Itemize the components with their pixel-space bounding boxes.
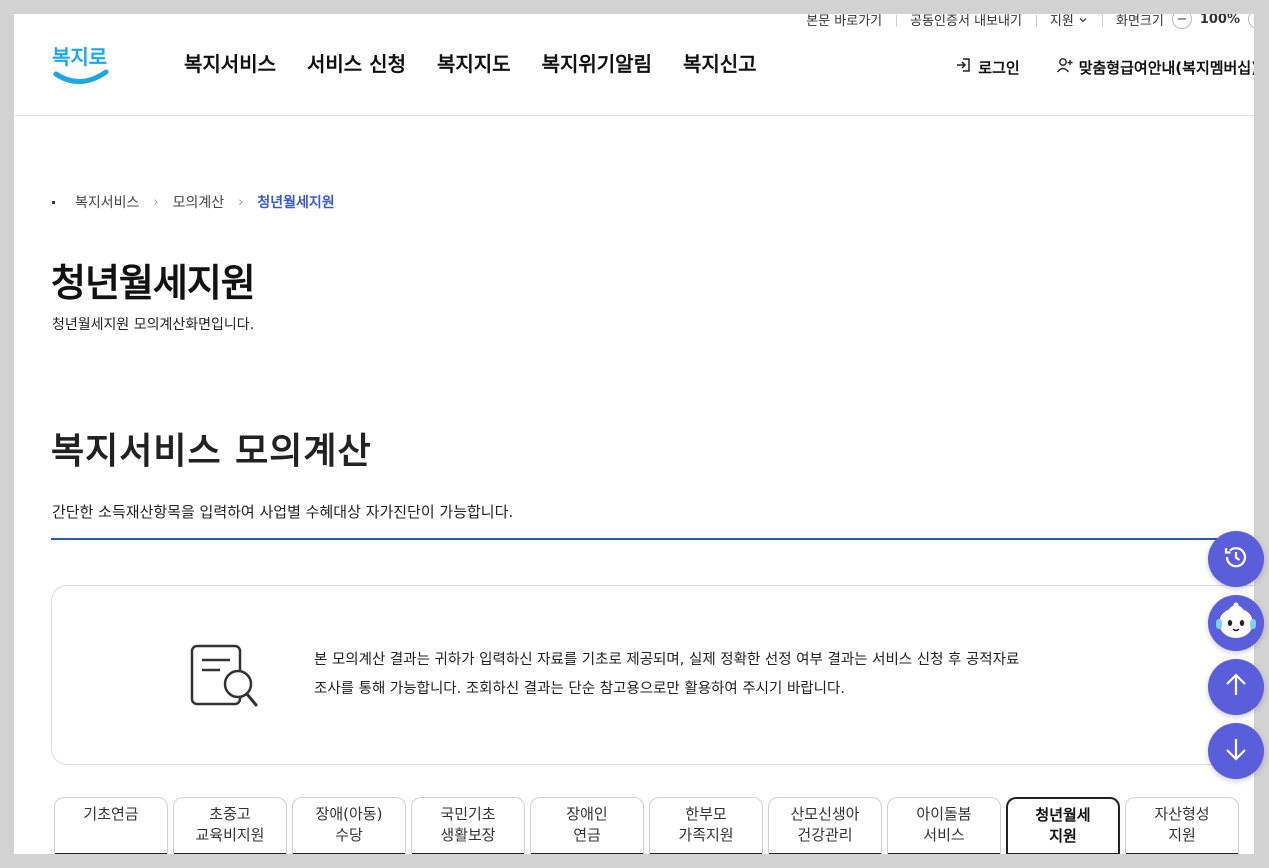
login-label: 로그인 [978, 58, 1020, 77]
tab-basic-livelihood[interactable]: 국민기초생활보장 [411, 797, 525, 854]
tab-maternity-newborn-care[interactable]: 산모신생아건강관리 [768, 797, 882, 854]
tab-single-parent-support[interactable]: 한부모가족지원 [649, 797, 763, 854]
breadcrumb-item-current: 청년월세지원 [257, 195, 335, 211]
nav-service-apply[interactable]: 서비스 신청 [307, 48, 406, 77]
section-description: 간단한 소득재산항목을 입력하여 사업별 수혜대상 자가진단이 가능합니다. [52, 503, 514, 521]
recent-history-button[interactable] [1208, 531, 1264, 587]
tab-label: 자산형성 [1154, 805, 1210, 823]
tab-basic-pension[interactable]: 기초연금 [54, 797, 168, 854]
tab-label-2: 연금 [573, 826, 601, 844]
login-link[interactable]: 로그인 [955, 56, 1020, 78]
tab-label: 아이돌봄 [916, 805, 972, 823]
tab-label-2: 가족지원 [678, 826, 734, 844]
section-divider [51, 538, 1254, 540]
zoom-out-button[interactable]: − [1171, 14, 1192, 29]
zoom-in-button[interactable]: + [1248, 14, 1254, 29]
tab-label-2: 지원 [1168, 826, 1196, 844]
notice-line-1: 본 모의계산 결과는 귀하가 입력하신 자료를 기초로 제공되며, 실제 정확한… [314, 652, 1020, 668]
arrow-up-icon [1223, 672, 1249, 702]
scroll-top-button[interactable] [1208, 659, 1264, 715]
page-description: 청년월세지원 모의계산화면입니다. [52, 317, 255, 333]
certificate-export-link[interactable]: 공동인증서 내보내기 [896, 14, 1036, 29]
breadcrumb-item-welfare-service[interactable]: 복지서비스 [75, 192, 139, 212]
tab-disability-pension[interactable]: 장애인연금 [530, 797, 644, 854]
notice-line-2: 조사를 통해 가능합니다. 조회하신 결과는 단순 참고용으로만 활용하여 주시… [314, 681, 845, 697]
scroll-bottom-button[interactable] [1208, 723, 1264, 779]
tab-label: 한부모 [685, 805, 727, 823]
membership-label: 맞춤형급여안내(복지멤버십) [1078, 58, 1254, 77]
utility-bar: 본문 바로가기 공동인증서 내보내기 지원 화면크기 − 100% + [792, 14, 1254, 30]
site-logo[interactable]: 복지로 [50, 36, 112, 88]
main-nav: 복지서비스 서비스 신청 복지지도 복지위기알림 복지신고 [184, 48, 757, 77]
support-dropdown[interactable]: 지원 [1035, 14, 1102, 29]
breadcrumb-home-bullet [52, 200, 55, 204]
tab-label-2: 생활보장 [440, 826, 496, 844]
header-utility: 로그인 맞춤형급여안내(복지멤버십) [955, 56, 1254, 78]
user-add-icon [1056, 56, 1074, 78]
tab-label: 초중고 [209, 805, 251, 823]
chatbot-mascot-icon [1213, 598, 1259, 648]
tab-label: 국민기초 [440, 805, 496, 823]
tab-asset-building-support[interactable]: 자산형성지원 [1125, 797, 1239, 854]
page-title: 청년월세지원 [51, 261, 256, 305]
screen-size-label: 화면크기 [1115, 14, 1164, 29]
tab-disability-child-allowance[interactable]: 장애(아동) 수당 [292, 797, 406, 854]
tab-label: 장애인 [566, 805, 608, 823]
tab-label-2: 서비스 [923, 826, 965, 844]
tab-youth-rent-support[interactable]: 청년월세지원 [1006, 797, 1120, 854]
page: 본문 바로가기 공동인증서 내보내기 지원 화면크기 − 100% + 복지로 … [14, 14, 1254, 854]
skip-to-content-link[interactable]: 본문 바로가기 [792, 14, 896, 29]
history-icon [1221, 542, 1251, 576]
tab-label-2: 건강관리 [797, 826, 853, 844]
login-icon [955, 56, 973, 78]
nav-welfare-crisis-alert[interactable]: 복지위기알림 [542, 48, 652, 77]
notice-box: 본 모의계산 결과는 귀하가 입력하신 자료를 기초로 제공되며, 실제 정확한… [51, 585, 1254, 765]
breadcrumb: 복지서비스 › 모의계산 › 청년월세지원 [52, 192, 335, 212]
zoom-control: 화면크기 − 100% + [1101, 14, 1254, 29]
chatbot-button[interactable] [1208, 595, 1264, 651]
nav-welfare-service[interactable]: 복지서비스 [184, 48, 276, 77]
svg-text:복지로: 복지로 [52, 45, 107, 69]
tab-label: 청년월세 [1035, 806, 1091, 824]
tab-label: 장애(아동) [315, 805, 383, 823]
nav-welfare-report[interactable]: 복지신고 [683, 48, 757, 77]
simulation-tabs: 기초연금 초중고교육비지원 장애(아동) 수당 국민기초생활보장 장애인연금 한부… [54, 797, 1239, 854]
section-title: 복지서비스 모의계산 [51, 431, 372, 472]
tab-label-2: 수당 [335, 826, 363, 844]
arrow-down-icon [1223, 736, 1249, 766]
header-divider [14, 115, 1254, 116]
tab-label-2: 지원 [1049, 827, 1077, 845]
breadcrumb-item-simulation[interactable]: 모의계산 [173, 192, 225, 212]
support-label: 지원 [1049, 14, 1074, 29]
notice-text: 본 모의계산 결과는 귀하가 입력하신 자료를 기초로 제공되며, 실제 정확한… [314, 646, 1114, 704]
tab-label: 기초연금 [83, 805, 139, 823]
document-search-icon [190, 642, 258, 708]
tab-childcare-service[interactable]: 아이돌봄서비스 [887, 797, 1001, 854]
chevron-right-icon: › [153, 194, 159, 210]
tab-label: 산모신생아 [790, 805, 860, 823]
chevron-down-icon [1078, 14, 1088, 29]
nav-welfare-map[interactable]: 복지지도 [437, 48, 511, 77]
tab-label-2: 교육비지원 [195, 826, 265, 844]
zoom-value: 100% [1199, 14, 1240, 27]
membership-link[interactable]: 맞춤형급여안내(복지멤버십) [1056, 56, 1254, 78]
chevron-right-icon: › [238, 194, 244, 210]
tab-school-education-support[interactable]: 초중고교육비지원 [173, 797, 287, 854]
